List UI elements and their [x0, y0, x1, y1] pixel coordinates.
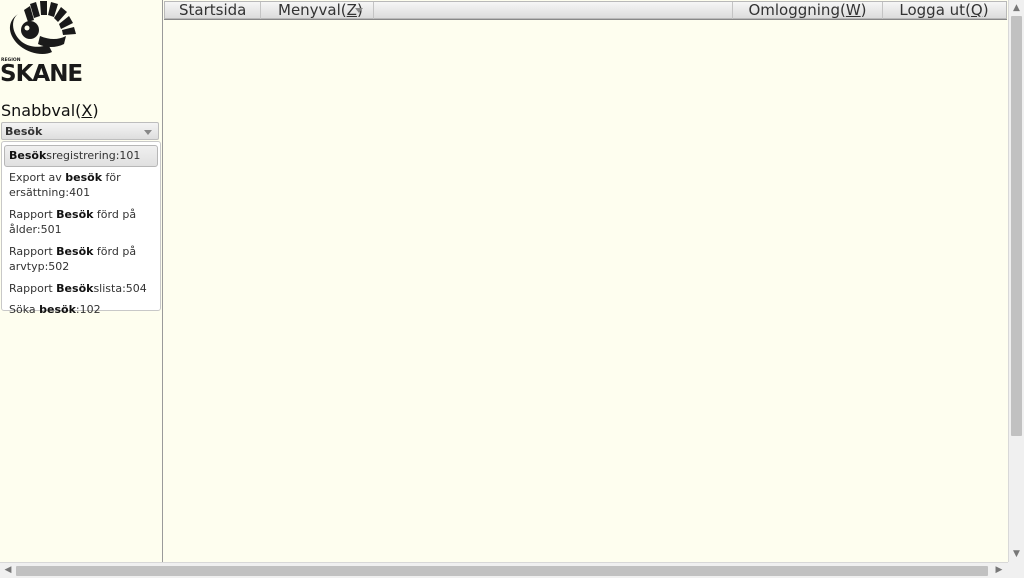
- nav-omloggning-shortcut: W: [845, 1, 861, 19]
- item-post: slista:504: [93, 281, 147, 295]
- item-match: besök: [65, 170, 103, 184]
- scroll-left-arrow-icon[interactable]: ◀: [1, 563, 15, 578]
- sidebar: REGION SKANE Snabbval(X) Besök Besöksreg…: [0, 0, 163, 562]
- item-pre: Export av: [9, 170, 66, 184]
- horizontal-scrollbar[interactable]: ◀ ▶: [0, 562, 1024, 578]
- dropdown-item[interactable]: Rapport Besök förd på ålder:501: [4, 204, 158, 241]
- top-navigation-bar: Startsida Menyval(Z) Omloggning(W) Logga…: [164, 1, 1007, 19]
- dropdown-item[interactable]: Söka besök:102: [4, 299, 158, 321]
- dropdown-item[interactable]: Rapport Besökslista:504: [4, 278, 158, 300]
- horizontal-scrollbar-thumb[interactable]: [16, 566, 988, 576]
- quick-select-shortcut: X: [81, 101, 93, 120]
- dropdown-item[interactable]: Rapport Besök förd på arvtyp:502: [4, 241, 158, 278]
- nav-logga-ut[interactable]: Logga ut(Q): [883, 2, 1005, 19]
- nav-logga-ut-label: Logga ut: [899, 1, 966, 19]
- dropdown-item[interactable]: Besöksregistrering:101: [4, 145, 158, 167]
- nav-startsida[interactable]: Startsida: [165, 1, 262, 19]
- item-match: besök: [39, 303, 76, 316]
- quick-select-input[interactable]: Besök: [1, 122, 159, 140]
- scroll-right-arrow-icon[interactable]: ▶: [992, 563, 1006, 578]
- dropdown-item[interactable]: Export av besök för ersättning:401: [4, 167, 158, 204]
- nav-omloggning[interactable]: Omloggning(W): [732, 2, 883, 19]
- region-skane-logo-icon: REGION SKANE: [0, 1, 83, 86]
- quick-select-title: Snabbval(X): [1, 101, 99, 120]
- item-post: :102: [75, 303, 101, 316]
- nav-startsida-label: Startsida: [179, 1, 247, 19]
- vertical-scrollbar[interactable]: ▲ ▼: [1008, 0, 1024, 562]
- quick-select-dropdown: Besöksregistrering:101 Export av besök f…: [1, 141, 161, 316]
- nav-logga-ut-shortcut: Q: [970, 1, 983, 19]
- item-match: Besök: [9, 149, 47, 162]
- item-match: Besök: [56, 244, 94, 258]
- item-pre: Rapport: [9, 244, 57, 258]
- nav-menyval[interactable]: Menyval(Z): [264, 2, 374, 19]
- scroll-up-arrow-icon[interactable]: ▲: [1009, 1, 1024, 15]
- vertical-scrollbar-thumb[interactable]: [1011, 16, 1022, 436]
- item-match: Besök: [56, 281, 94, 295]
- main-content-area: [164, 20, 1007, 562]
- item-match: Besök: [56, 207, 94, 221]
- quick-select-value: Besök: [5, 125, 43, 138]
- nav-menyval-label: Menyval: [278, 1, 341, 19]
- scrollbar-corner: [1008, 562, 1024, 578]
- item-pre: Rapport: [9, 281, 57, 295]
- item-pre: Rapport: [9, 207, 57, 221]
- item-pre: Söka: [9, 303, 40, 316]
- quick-select-title-text: Snabbval: [1, 101, 76, 120]
- chevron-down-icon[interactable]: [355, 8, 363, 13]
- nav-omloggning-label: Omloggning: [748, 1, 840, 19]
- item-post: sregistrering:101: [46, 149, 141, 162]
- scroll-down-arrow-icon[interactable]: ▼: [1009, 547, 1024, 561]
- logo-name-text: SKANE: [0, 61, 82, 86]
- chevron-down-icon[interactable]: [144, 130, 152, 135]
